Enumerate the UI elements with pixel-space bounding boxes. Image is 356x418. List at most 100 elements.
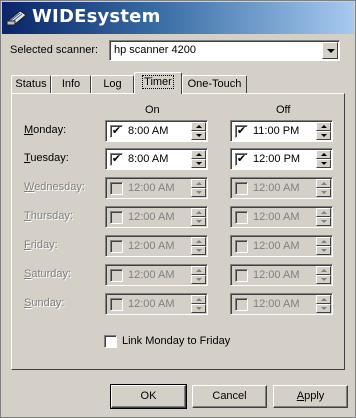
off-enable-checkbox-tuesday[interactable]: ✔ xyxy=(235,153,248,166)
on-time-value-sunday: 12:00 AM xyxy=(128,298,175,310)
on-time-picker-saturday: 12:00 AM xyxy=(105,264,208,286)
spin-down-button xyxy=(191,188,206,197)
off-time-picker-saturday: 12:00 AM xyxy=(230,264,333,286)
spin-up-button[interactable] xyxy=(191,122,206,131)
spin-down-button[interactable] xyxy=(191,131,206,140)
on-enable-checkbox-wednesday xyxy=(110,182,123,195)
off-time-picker-tuesday[interactable]: ✔ 12:00 PM xyxy=(230,148,333,170)
day-mnemonic: W xyxy=(24,181,35,193)
title-bar[interactable]: WIDEsystem xyxy=(2,2,354,34)
spin-down-button[interactable] xyxy=(316,159,331,168)
arrow-up-icon xyxy=(321,211,327,214)
spin-up-button xyxy=(191,208,206,217)
arrow-up-icon xyxy=(196,125,202,128)
spin-up-button[interactable] xyxy=(191,150,206,159)
on-time-value-monday[interactable]: 8:00 AM xyxy=(128,125,168,137)
day-label-text: hursday: xyxy=(30,210,73,222)
arrow-down-icon xyxy=(196,162,202,165)
spin-down-button xyxy=(191,217,206,226)
on-enable-checkbox-saturday xyxy=(110,269,123,282)
spin-up-button[interactable] xyxy=(316,150,331,159)
off-time-value-thursday: 12:00 AM xyxy=(253,211,300,223)
on-time-value-saturday: 12:00 AM xyxy=(128,269,175,281)
arrow-down-icon xyxy=(196,220,202,223)
arrow-down-icon xyxy=(321,249,327,252)
arrow-down-icon xyxy=(321,220,327,223)
day-label-thursday: Thursday: xyxy=(24,210,73,222)
tab-timer[interactable]: Timer xyxy=(134,72,182,94)
tab-status[interactable]: Status xyxy=(11,75,51,93)
arrow-up-icon xyxy=(196,240,202,243)
day-mnemonic: T xyxy=(24,210,31,222)
tab-status-label: Status xyxy=(15,78,47,90)
on-time-picker-monday[interactable]: ✔ 8:00 AM xyxy=(105,120,208,142)
spin-up-button xyxy=(316,266,331,275)
ok-button[interactable]: OK xyxy=(110,384,187,409)
on-time-value-tuesday[interactable]: 8:00 AM xyxy=(128,153,168,165)
spin-up-button xyxy=(316,237,331,246)
off-time-value-sunday: 12:00 AM xyxy=(253,298,300,310)
spin-up-button xyxy=(316,179,331,188)
off-time-picker-monday[interactable]: ✔ 11:00 PM xyxy=(230,120,333,142)
time-spinner[interactable] xyxy=(316,122,331,140)
link-monday-friday-checkbox[interactable] xyxy=(104,335,117,348)
tab-timer-label: Timer xyxy=(142,75,174,89)
time-spinner xyxy=(316,237,331,255)
on-time-picker-thursday: 12:00 AM xyxy=(105,206,208,228)
time-spinner xyxy=(191,295,206,313)
off-enable-checkbox-saturday xyxy=(235,269,248,282)
apply-button[interactable]: Apply xyxy=(273,385,348,408)
time-spinner[interactable] xyxy=(316,150,331,168)
on-enable-checkbox-tuesday[interactable]: ✔ xyxy=(110,153,123,166)
time-spinner xyxy=(316,208,331,226)
off-enable-checkbox-monday[interactable]: ✔ xyxy=(235,125,248,138)
spin-up-button xyxy=(191,295,206,304)
spin-up-button xyxy=(191,179,206,188)
spin-down-button[interactable] xyxy=(316,131,331,140)
scanner-dropdown[interactable]: hp scanner 4200 xyxy=(109,40,340,61)
time-spinner[interactable] xyxy=(191,150,206,168)
off-enable-checkbox-wednesday xyxy=(235,182,248,195)
dropdown-arrow-button[interactable] xyxy=(322,42,338,59)
main-window: WIDEsystem Selected scanner: hp scanner … xyxy=(0,0,356,418)
spin-down-button xyxy=(316,217,331,226)
off-time-value-monday[interactable]: 11:00 PM xyxy=(253,125,299,137)
arrow-up-icon xyxy=(196,153,202,156)
spin-down-button xyxy=(191,304,206,313)
spin-down-button xyxy=(316,304,331,313)
day-label-text: onday: xyxy=(33,124,67,136)
tab-info[interactable]: Info xyxy=(51,75,91,93)
on-enable-checkbox-monday[interactable]: ✔ xyxy=(110,125,123,138)
on-enable-checkbox-sunday xyxy=(110,298,123,311)
on-time-value-wednesday: 12:00 AM xyxy=(128,182,175,194)
day-mnemonic: M xyxy=(24,124,34,136)
spin-up-button[interactable] xyxy=(316,122,331,131)
day-label-tuesday: Tuesday: xyxy=(24,152,69,164)
on-enable-checkbox-friday xyxy=(110,240,123,253)
tab-one-touch[interactable]: One-Touch xyxy=(182,75,247,93)
link-monday-friday-label[interactable]: Link Monday to Friday xyxy=(122,335,230,347)
spin-down-button[interactable] xyxy=(191,159,206,168)
day-label-text: unday: xyxy=(31,297,65,309)
arrow-down-icon xyxy=(196,191,202,194)
spin-down-button xyxy=(316,188,331,197)
off-time-picker-thursday: 12:00 AM xyxy=(230,206,333,228)
cancel-button[interactable]: Cancel xyxy=(192,385,267,408)
tab-log-label: Log xyxy=(103,78,122,90)
tab-log[interactable]: Log xyxy=(91,75,134,93)
day-label-text: aturday: xyxy=(31,268,72,280)
arrow-down-icon xyxy=(321,162,327,165)
off-time-value-saturday: 12:00 AM xyxy=(253,269,300,281)
on-column-header: On xyxy=(145,104,160,116)
off-enable-checkbox-friday xyxy=(235,240,248,253)
off-time-value-tuesday[interactable]: 12:00 PM xyxy=(253,153,300,165)
on-time-picker-tuesday[interactable]: ✔ 8:00 AM xyxy=(105,148,208,170)
on-time-picker-friday: 12:00 AM xyxy=(105,235,208,257)
ok-button-label: OK xyxy=(140,390,157,402)
on-time-value-thursday: 12:00 AM xyxy=(128,211,175,223)
day-label-text: ednesday: xyxy=(34,181,85,193)
day-label-wednesday: Wednesday: xyxy=(24,181,85,193)
day-label-text: uesday: xyxy=(30,152,69,164)
time-spinner xyxy=(191,237,206,255)
time-spinner[interactable] xyxy=(191,122,206,140)
